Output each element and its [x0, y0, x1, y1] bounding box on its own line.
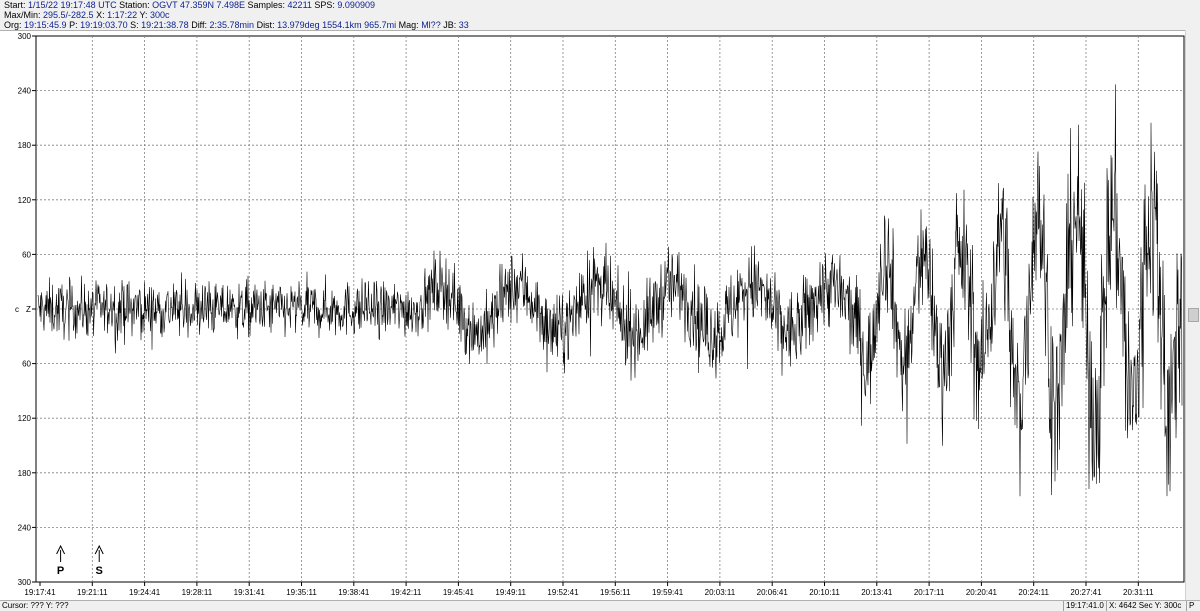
x-tick-label: 19:52:41 — [547, 588, 579, 597]
y-tick-label: 180 — [18, 141, 32, 150]
line3-segment: Diff: — [188, 20, 210, 30]
line3-segment: 13.979deg 1554.1km 965.7mi — [277, 20, 397, 30]
x-tick-label: 19:24:41 — [129, 588, 161, 597]
phase-label-p: P — [57, 565, 64, 577]
x-tick-label: 19:28:11 — [182, 588, 213, 597]
x-tick-label: 20:27:41 — [1070, 588, 1102, 597]
line1-segment: 1/15/22 19:17:48 UTC — [28, 0, 117, 10]
x-tick-label: 20:03:11 — [705, 588, 736, 597]
y-tick-label: 240 — [18, 87, 32, 96]
y-tick-label: 60 — [22, 360, 31, 369]
x-tick-label: 20:13:41 — [861, 588, 893, 597]
x-tick-label: 19:35:11 — [286, 588, 317, 597]
line2-segment: Y: — [137, 10, 150, 20]
phase-label-s: S — [96, 565, 103, 577]
info-header: Start: 1/15/22 19:17:48 UTC Station: OGV… — [0, 0, 1200, 31]
line1-segment: 42211 — [287, 0, 312, 10]
line1-segment: Start: — [4, 0, 29, 10]
y-tick-label: 180 — [18, 469, 32, 478]
x-tick-label: 19:17:41 — [24, 588, 56, 597]
x-tick-label: 20:20:41 — [966, 588, 998, 597]
line3-segment: Org: — [4, 20, 25, 30]
vertical-scrollbar[interactable] — [1185, 30, 1200, 600]
line2-segment: Max/Min: — [4, 10, 44, 20]
line1-segment: SPS: — [311, 0, 338, 10]
header-line-origin: Org: 19:15:45.9 P: 19:19:03.70 S: 19:21:… — [4, 20, 469, 30]
line3-segment: JB: — [440, 20, 459, 30]
line1-segment: Samples: — [245, 0, 288, 10]
x-tick-label: 20:06:41 — [757, 588, 789, 597]
x-tick-label: 20:10:11 — [809, 588, 840, 597]
x-tick-label: 19:45:41 — [443, 588, 475, 597]
line3-segment: S: — [127, 20, 142, 30]
line2-segment: X: — [93, 10, 108, 20]
x-tick-label: 19:38:41 — [338, 588, 370, 597]
x-tick-label: 20:31:11 — [1123, 588, 1154, 597]
x-tick-label: 19:31:41 — [234, 588, 266, 597]
y-tick-label: 60 — [22, 250, 31, 259]
line3-segment: 19:15:45.9 — [24, 20, 67, 30]
line3-segment: Mag: — [396, 20, 422, 30]
x-tick-label: 19:56:11 — [600, 588, 631, 597]
y-tick-label: 240 — [18, 523, 32, 532]
line3-segment: Dist: — [254, 20, 278, 30]
header-line-start: Start: 1/15/22 19:17:48 UTC Station: OGV… — [4, 0, 375, 10]
line3-segment: P: — [66, 20, 81, 30]
line2-segment: 1:17:22 — [107, 10, 138, 20]
line3-segment: 2:35.78min — [209, 20, 255, 30]
line1-segment: Station: — [116, 0, 153, 10]
x-tick-label: 19:59:41 — [652, 588, 684, 597]
x-tick-label: 20:24:11 — [1018, 588, 1049, 597]
line3-segment: Ml?? — [421, 20, 441, 30]
line1-segment: 9.090909 — [337, 0, 375, 10]
line1-segment: OGVT 47.359N 7.498E — [152, 0, 246, 10]
y-tick-label: 300 — [18, 32, 32, 41]
scrollbar-thumb[interactable] — [1188, 308, 1199, 322]
line2-segment: 295.5/-282.5 — [43, 10, 94, 20]
status-bar: Cursor: ??? Y: ??? 19:17:41.0 X: 4642 Se… — [0, 600, 1200, 611]
line3-segment: 19:21:38.78 — [141, 20, 189, 30]
channel-letter-z: Z — [26, 305, 31, 314]
line3-segment: 19:19:03.70 — [80, 20, 128, 30]
x-tick-label: 19:42:11 — [391, 588, 422, 597]
y-tick-label: 300 — [18, 578, 32, 587]
header-line-maxmin: Max/Min: 295.5/-282.5 X: 1:17:22 Y: 300c — [4, 10, 170, 20]
line2-segment: 300c — [149, 10, 170, 20]
x-tick-label: 19:21:11 — [77, 588, 108, 597]
seismogram-plot[interactable]: 300 240 180 120 60 60 120 180 240 300 c Z 19:17:41 19… — [0, 30, 1200, 600]
x-tick-label: 19:49:11 — [495, 588, 526, 597]
y-tick-label: 120 — [18, 196, 32, 205]
x-tick-label: 20:17:11 — [914, 588, 945, 597]
y-tick-label: 120 — [18, 414, 32, 423]
channel-letter-c: c — [15, 305, 19, 314]
line3-segment: 33 — [458, 20, 469, 30]
